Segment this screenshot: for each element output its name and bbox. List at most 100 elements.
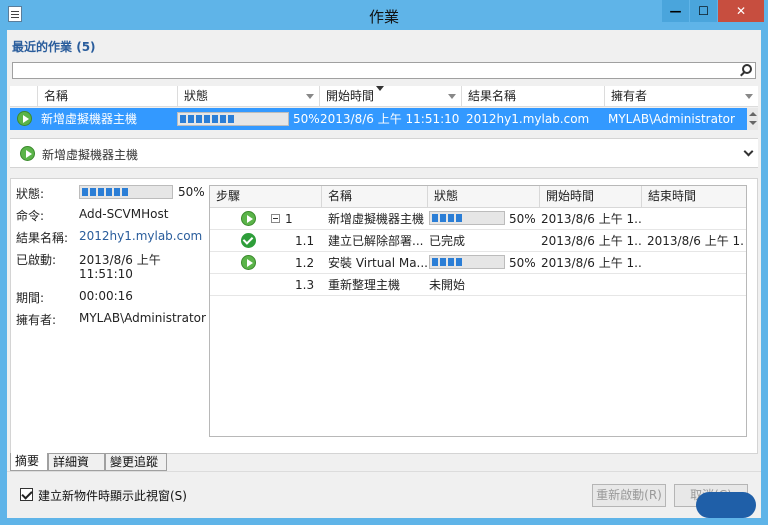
jobs-column-start-time-label: 開始時間 [326,89,375,103]
job-detail-title: 新增虛擬機器主機 [42,148,139,162]
dialog-footer: 建立新物件時顯示此視窗(S) 重新啟動(R) 取消(C) [7,471,761,518]
steps-column-end-time[interactable]: 結束時間 [642,186,746,207]
steps-column-start-time[interactable]: 開始時間 [540,186,642,207]
step-row[interactable]: 1 新增虛擬機器主機 50% 2013/8/6 上午 1... [210,208,746,230]
close-button[interactable]: ✕ [718,0,764,22]
job-progress-bar [177,112,289,126]
jobs-window: 作業 — ☐ ✕ 最近的作業 (5) 名稱 狀態 開始時間 結果名稱 擁有者 新… [0,0,768,525]
step-name: 建立已解除部署... [328,234,424,248]
started-label: 已啟動: [16,253,57,267]
command-label: 命令: [16,209,45,223]
search-input[interactable] [12,62,756,79]
filter-dropdown-icon[interactable] [448,94,456,99]
job-start-time: 2013/8/6 上午 11:51:10 [320,112,460,126]
owner-value: MYLAB\Administrator [79,311,206,325]
tab-details[interactable]: 詳細資料 [48,453,105,485]
owner-label: 擁有者: [16,313,57,327]
steps-grid: 步驟 名稱 狀態 開始時間 結束時間 1 新增虛擬機器主機 50% 2013/8… [209,185,747,437]
step-progress-bar [429,211,505,225]
result-name-label: 結果名稱: [16,231,69,245]
progress-segment [456,258,462,266]
progress-segment [432,214,438,222]
steps-column-name[interactable]: 名稱 [322,186,428,207]
steps-column-step[interactable]: 步驟 [210,186,322,207]
collapse-toggle-icon[interactable] [271,214,280,223]
job-row-selected[interactable]: 新增虛擬機器主機 50% 2013/8/6 上午 11:51:10 2012hy… [10,108,758,130]
jobs-column-start-time[interactable]: 開始時間 [320,86,462,107]
step-start-time: 2013/8/6 上午 1... [541,234,641,248]
step-progress-text: 50% [509,256,536,270]
tab-summary[interactable]: 摘要 [10,453,48,471]
filter-dropdown-icon[interactable] [745,94,753,99]
step-status: 已完成 [429,234,466,248]
duration-value: 00:00:16 [79,289,133,303]
maximize-button[interactable]: ☐ [690,0,717,22]
client-area: 最近的作業 (5) 名稱 狀態 開始時間 結果名稱 擁有者 新增虛擬機器主機 5… [7,30,761,518]
step-number: 1 [285,212,293,226]
window-title: 作業 [368,8,399,26]
show-window-checkbox-label[interactable]: 建立新物件時顯示此視窗(S) [38,487,187,504]
scroll-up-icon[interactable] [749,112,757,116]
status-label: 狀態: [16,187,45,201]
running-play-icon [241,211,256,226]
step-progress-text: 50% [509,212,536,226]
progress-segment [220,115,226,123]
step-row[interactable]: 1.2 安裝 Virtual Ma... 50% 2013/8/6 上午 1..… [210,252,746,274]
job-detail-header[interactable]: 新增虛擬機器主機 [10,138,758,168]
jobs-column-owner[interactable]: 擁有者 [605,86,758,107]
job-result-name: 2012hy1.mylab.com [466,112,590,126]
step-name: 新增虛擬機器主機 [328,212,425,226]
sort-descending-icon [376,86,384,91]
step-name: 重新整理主機 [328,278,401,292]
steps-column-status[interactable]: 狀態 [428,186,540,207]
step-end-time [647,208,745,230]
progress-segment [456,214,462,222]
chevron-down-icon[interactable] [743,146,754,157]
job-owner: MYLAB\Administrator [608,112,735,126]
status-progress-bar [79,185,173,199]
tab-change-tracking[interactable]: 變更追蹤 [105,453,167,471]
step-row[interactable]: 1.3 重新整理主機 未開始 [210,274,746,296]
jobs-column-status[interactable]: 狀態 [178,86,320,107]
progress-segment [98,188,104,196]
step-start-time: 2013/8/6 上午 1... [541,212,641,226]
step-row[interactable]: 1.1 建立已解除部署... 已完成 2013/8/6 上午 1... 2013… [210,230,746,252]
filter-dropdown-icon[interactable] [306,94,314,99]
jobs-column-result-name[interactable]: 結果名稱 [462,86,605,107]
step-status: 未開始 [429,278,466,292]
progress-segment [228,115,234,123]
progress-segment [196,115,202,123]
progress-segment [204,115,210,123]
status-progress-text: 50% [178,185,205,199]
scroll-down-icon[interactable] [749,121,757,125]
progress-segment [180,115,186,123]
progress-segment [212,115,218,123]
restart-button[interactable]: 重新啟動(R) [592,484,666,507]
minimize-button[interactable]: — [662,0,689,22]
step-start-time: 2013/8/6 上午 1... [541,256,641,270]
search-icon[interactable] [742,64,752,74]
summary-panel: 狀態: 50% 命令: Add-SCVMHost 結果名稱: 2012hy1.m… [10,178,758,454]
progress-segment [432,258,438,266]
step-number: 1.3 [295,278,315,292]
progress-segment [106,188,112,196]
result-name-link[interactable]: 2012hy1.mylab.com [79,229,202,243]
job-name: 新增虛擬機器主機 [41,112,138,126]
list-scrollbar[interactable] [747,108,758,130]
jobs-column-status-label: 狀態 [184,89,209,103]
jobs-column-name[interactable]: 名稱 [38,86,178,107]
steps-header: 步驟 名稱 狀態 開始時間 結束時間 [210,186,746,208]
jobs-icon-column [10,86,38,107]
title-bar[interactable]: 作業 — ☐ ✕ [0,0,768,30]
step-name: 安裝 Virtual Ma... [328,256,428,270]
show-window-checkbox[interactable] [20,488,33,501]
started-date: 2013/8/6 上午 [79,253,161,267]
step-number: 1.1 [295,234,315,248]
step-end-time [647,252,745,274]
step-progress-bar [429,255,505,269]
recent-jobs-title: 最近的作業 (5) [12,38,96,55]
running-play-icon [241,255,256,270]
itbang-watermark-logo [696,492,756,518]
progress-segment [448,258,454,266]
jobs-column-owner-label: 擁有者 [611,89,648,103]
